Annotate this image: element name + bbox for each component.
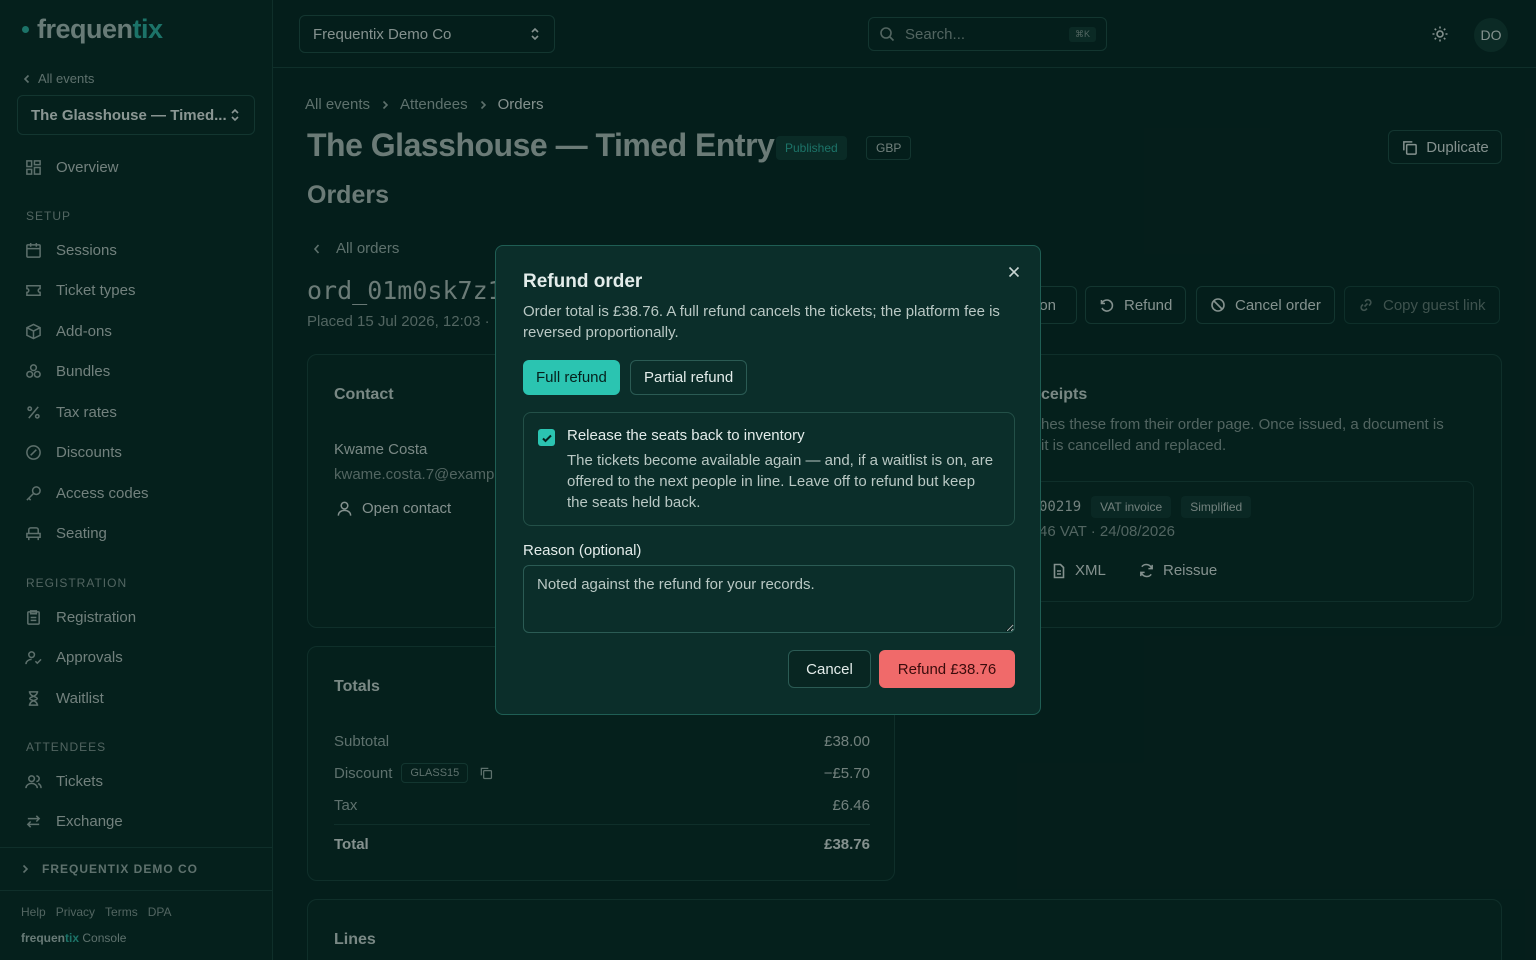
reason-label: Reason (optional) — [523, 542, 642, 559]
close-icon[interactable] — [1006, 264, 1022, 280]
release-seats-option: Release the seats back to inventory The … — [523, 412, 1015, 526]
confirm-refund-button[interactable]: Refund £38.76 — [879, 650, 1015, 688]
dialog-description: Order total is £38.76. A full refund can… — [523, 303, 1000, 341]
release-seats-title: Release the seats back to inventory — [567, 427, 805, 444]
reason-textarea[interactable] — [523, 565, 1015, 633]
check-icon — [541, 434, 552, 442]
dialog-title: Refund order — [523, 271, 643, 292]
refund-dialog: Refund order Order total is £38.76. A fu… — [495, 245, 1041, 715]
release-seats-checkbox[interactable] — [538, 429, 555, 446]
cancel-button[interactable]: Cancel — [788, 650, 871, 688]
release-seats-description: The tickets become available again — and… — [567, 452, 994, 511]
full-refund-toggle[interactable]: Full refund — [523, 360, 620, 395]
app: frequen tix All events The Glasshouse — T… — [0, 0, 1536, 960]
partial-refund-toggle[interactable]: Partial refund — [630, 360, 748, 395]
